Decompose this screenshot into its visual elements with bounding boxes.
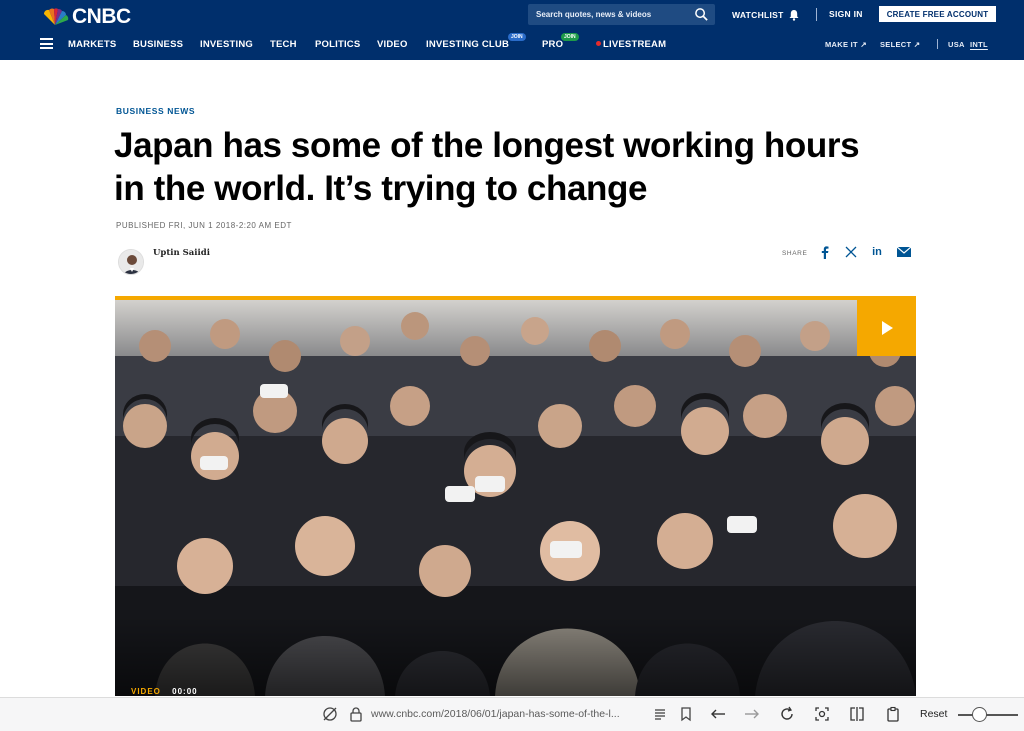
split-view-icon[interactable] — [849, 706, 865, 722]
header-divider — [816, 8, 817, 21]
search-placeholder: Search quotes, news & videos — [536, 10, 652, 19]
watchlist-button[interactable]: WATCHLIST — [732, 9, 800, 21]
nav-item-markets[interactable]: MARKETS — [68, 39, 116, 50]
hero-accent-bar — [115, 296, 916, 300]
join-badge: JOIN — [561, 33, 579, 41]
join-badge: JOIN — [508, 33, 526, 41]
select-label: SELECT — [880, 40, 912, 49]
make-it-label: MAKE IT — [825, 40, 858, 49]
email-icon[interactable] — [896, 245, 911, 259]
edition-usa[interactable]: USA — [948, 40, 965, 49]
published-date: PUBLISHED FRI, JUN 1 2018-2:20 AM EDT — [116, 221, 292, 230]
clipboard-icon[interactable] — [885, 706, 901, 722]
video-tag: VIDEO — [131, 687, 161, 696]
cnbc-logo[interactable]: CNBC — [40, 5, 131, 29]
bookmark-icon[interactable] — [678, 706, 694, 722]
reader-mode-icon[interactable] — [652, 706, 668, 722]
facebook-icon[interactable] — [820, 245, 830, 259]
zoom-reset-button[interactable]: Reset — [920, 708, 947, 720]
browser-toolbar: www.cnbc.com/2018/06/01/japan-has-some-o… — [0, 697, 1024, 731]
menu-icon[interactable] — [40, 38, 53, 49]
tracking-protection-icon[interactable] — [322, 706, 338, 722]
header-divider — [937, 39, 938, 49]
bell-icon — [789, 10, 799, 21]
logo-text: CNBC — [72, 5, 131, 28]
nav-item-pro[interactable]: PRO — [542, 39, 563, 50]
intl-label: INTL — [970, 40, 988, 49]
video-label: VIDEO 00:00 — [131, 687, 198, 696]
nav-item-investing[interactable]: INVESTING — [200, 39, 253, 50]
address-bar[interactable]: www.cnbc.com/2018/06/01/japan-has-some-o… — [371, 708, 620, 720]
external-arrow-icon: ↗ — [860, 40, 867, 49]
play-icon — [881, 321, 893, 335]
site-header: CNBC Search quotes, news & videos WATCHL… — [0, 0, 1024, 60]
search-input[interactable]: Search quotes, news & videos — [528, 4, 715, 25]
external-arrow-icon: ↗ — [913, 40, 921, 49]
select-link[interactable]: SELECT ↗ — [880, 40, 920, 49]
crowd-image — [115, 296, 916, 696]
edition-intl[interactable]: INTL — [970, 40, 988, 49]
video-duration: 00:00 — [172, 687, 198, 696]
nav-item-tech[interactable]: TECH — [270, 39, 297, 50]
hero-video[interactable]: VIDEO 00:00 — [115, 296, 916, 696]
nav-item-politics[interactable]: POLITICS — [315, 39, 360, 50]
zoom-slider-handle[interactable] — [972, 707, 987, 722]
nav-item-livestream[interactable]: LIVESTREAM — [596, 39, 666, 50]
live-dot-icon — [596, 41, 601, 46]
play-button[interactable] — [857, 300, 916, 356]
article-headline: Japan has some of the longest working ho… — [114, 126, 860, 208]
make-it-link[interactable]: MAKE IT ↗ — [825, 40, 867, 49]
sign-in-link[interactable]: SIGN IN — [829, 9, 863, 19]
lock-icon[interactable] — [348, 706, 364, 722]
author-avatar[interactable] — [118, 249, 144, 275]
watchlist-label: WATCHLIST — [732, 10, 784, 20]
x-twitter-icon[interactable] — [845, 245, 857, 259]
nav-item-investing-club[interactable]: INVESTING CLUB — [426, 39, 509, 50]
article-kicker[interactable]: BUSINESS NEWS — [116, 106, 195, 116]
peacock-icon — [43, 8, 69, 25]
linkedin-icon[interactable]: in — [870, 245, 884, 259]
nav-item-business[interactable]: BUSINESS — [133, 39, 183, 50]
livestream-label: LIVESTREAM — [603, 39, 667, 50]
screenshot-icon[interactable] — [814, 706, 830, 722]
reload-icon[interactable] — [779, 706, 795, 722]
author-photo — [119, 250, 143, 274]
search-icon[interactable] — [694, 7, 709, 22]
create-account-button[interactable]: CREATE FREE ACCOUNT — [879, 6, 996, 22]
forward-arrow-icon[interactable] — [744, 706, 760, 722]
share-label: SHARE — [782, 250, 808, 257]
back-arrow-icon[interactable] — [710, 706, 726, 722]
zoom-slider-track[interactable] — [958, 714, 1018, 716]
nav-item-video[interactable]: VIDEO — [377, 39, 408, 50]
author-name[interactable]: Uptin Saiidi — [153, 248, 210, 258]
